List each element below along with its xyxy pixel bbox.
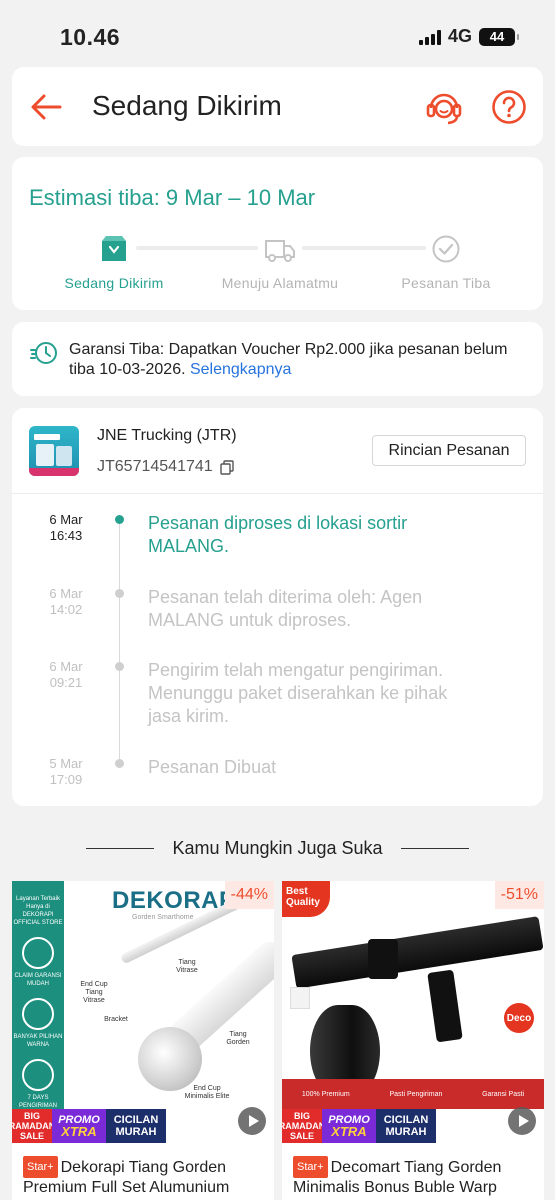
- handshake-icon: [22, 937, 54, 969]
- best-quality-badge: Best Quality: [282, 881, 330, 917]
- step-on-the-way: Menuju Alamatmu: [215, 233, 345, 291]
- clock: 10.46: [60, 24, 121, 50]
- curtain-rod-graphic: [291, 916, 544, 989]
- recommendations-header: Kamu Mungkin Juga Suka: [0, 835, 555, 861]
- product-image: Layanan Terbaik Hanya di DEKORAPI OFFICI…: [12, 881, 274, 1143]
- part-label: Bracket: [104, 1016, 128, 1023]
- promo-bar: BIG RAMADAN SALE PROMO XTRA CICILAN MURAH: [12, 1109, 166, 1143]
- guarantee-text: Garansi Tiba: Dapatkan Voucher Rp2.000 j…: [69, 341, 508, 378]
- brand-subtitle: Gorden Smarthome: [132, 914, 194, 921]
- copy-icon[interactable]: [219, 459, 234, 475]
- timeline-dot: [115, 589, 124, 598]
- deco-logo: Deco: [504, 1003, 534, 1033]
- step-label: Sedang Dikirim: [64, 275, 164, 291]
- part-label: Tiang Gorden: [226, 1031, 250, 1046]
- order-details-button[interactable]: Rincian Pesanan: [372, 435, 526, 466]
- help-icon[interactable]: [490, 88, 528, 126]
- battery-icon: 44: [479, 27, 519, 46]
- awb-text: JT65714541741: [97, 458, 213, 475]
- part-label: Tiang Vitrase: [176, 959, 198, 974]
- see-more-link[interactable]: Selengkapnya: [190, 361, 291, 378]
- big-ramadan-badge: BIG RAMADAN SALE: [12, 1109, 56, 1143]
- timeline-dot: [115, 515, 124, 524]
- network-type: 4G: [447, 26, 472, 46]
- discount-badge: -51%: [494, 881, 544, 909]
- promo-xtra-badge: PROMO XTRA: [52, 1109, 106, 1143]
- check-icon: [22, 998, 54, 1030]
- tracking-card: JNE Trucking (JTR) JT65714541741 Rincian…: [12, 408, 543, 806]
- star-plus-badge: Star+: [293, 1156, 328, 1178]
- step-label: Menuju Alamatmu: [221, 275, 339, 291]
- part-label: End Cup Tiang Vitrase: [80, 981, 108, 1004]
- truck-icon: [265, 240, 295, 262]
- event-text: Pesanan telah diterima oleh: Agen MALANG…: [148, 587, 423, 630]
- event-text: Pesanan diproses di lokasi sortir MALANG…: [148, 513, 408, 556]
- timeline-line: [119, 518, 120, 768]
- product-title: Star+ Decomart Tiang Gorden Minimalis Bon…: [293, 1156, 538, 1198]
- page-title: Sedang Dikirim: [92, 90, 282, 121]
- delivery-guarantee-card[interactable]: Garansi Tiba: Dapatkan Voucher Rp2.000 j…: [12, 322, 543, 396]
- play-video-icon[interactable]: [238, 1107, 266, 1135]
- check-circle-icon: [432, 235, 460, 263]
- event-text: Pengirim telah mengatur pengiriman. Menu…: [148, 660, 448, 726]
- discount-badge: -44%: [224, 881, 274, 909]
- end-cap-graphic: [138, 1027, 202, 1091]
- signal-icon: [418, 29, 441, 45]
- customer-service-icon[interactable]: [424, 87, 464, 127]
- wall-plate-graphic: [290, 987, 310, 1009]
- product-image: Best Quality Deco 100% Premium Pasti Pen…: [282, 881, 544, 1143]
- timeline-dot: [115, 662, 124, 671]
- step-shipping: Sedang Dikirim: [49, 233, 179, 291]
- step-arrived: Pesanan Tiba: [381, 233, 511, 291]
- big-ramadan-badge: BIG RAMADAN SALE: [282, 1109, 326, 1143]
- promo-bar: BIG RAMADAN SALE PROMO XTRA CICILAN MURAH: [282, 1109, 436, 1143]
- divider: [12, 493, 543, 494]
- bracket-graphic: [427, 969, 463, 1043]
- event-date: 6 Mar 09:21: [49, 659, 83, 690]
- delivery-estimate-card: Estimasi tiba: 9 Mar – 10 Mar Sedang Dik…: [12, 157, 543, 310]
- divider: [400, 847, 469, 849]
- calendar-icon: [22, 1059, 54, 1091]
- store-banner: Layanan Terbaik Hanya di DEKORAPI OFFICI…: [12, 881, 64, 1143]
- part-label: End Cup Minimalis Elite: [184, 1085, 230, 1100]
- recommendations-title: Kamu Mungkin Juga Suka: [172, 837, 383, 858]
- courier-logo: [29, 426, 79, 476]
- play-video-icon[interactable]: [508, 1107, 536, 1135]
- promo-xtra-badge: PROMO XTRA: [322, 1109, 376, 1143]
- step-label: Pesanan Tiba: [401, 275, 491, 291]
- product-title: Star+ Dekorapi Tiang Gorden Premium Full …: [23, 1156, 268, 1198]
- cicilan-badge: CICILAN MURAH: [376, 1109, 436, 1143]
- tracking-number[interactable]: JT65714541741: [97, 458, 234, 476]
- benefit-strip: 100% Premium Pasti Pengiriman Garansi Pa…: [282, 1079, 544, 1109]
- back-arrow-icon[interactable]: [26, 87, 66, 127]
- divider: [86, 847, 155, 849]
- event-text: Pesanan Dibuat: [148, 757, 277, 777]
- timeline-dot: [115, 759, 124, 768]
- event-date: 6 Mar 16:43: [49, 512, 83, 543]
- status-indicators: 4G 44: [418, 26, 519, 47]
- box-icon: [102, 236, 126, 261]
- estimate-title: Estimasi tiba: 9 Mar – 10 Mar: [29, 185, 316, 210]
- courier-name: JNE Trucking (JTR): [97, 427, 237, 444]
- status-bar: 10.46 4G 44: [0, 0, 555, 68]
- event-date: 5 Mar 17:09: [49, 756, 83, 787]
- star-plus-badge: Star+: [23, 1156, 58, 1178]
- product-card[interactable]: Best Quality Deco 100% Premium Pasti Pen…: [282, 881, 544, 1200]
- cicilan-badge: CICILAN MURAH: [106, 1109, 166, 1143]
- app-header: Sedang Dikirim: [12, 67, 543, 146]
- event-date: 6 Mar 14:02: [49, 586, 83, 617]
- product-card[interactable]: Layanan Terbaik Hanya di DEKORAPI OFFICI…: [12, 881, 274, 1200]
- clock-guarantee-icon: [30, 342, 57, 364]
- bracket-graphic: [368, 939, 398, 979]
